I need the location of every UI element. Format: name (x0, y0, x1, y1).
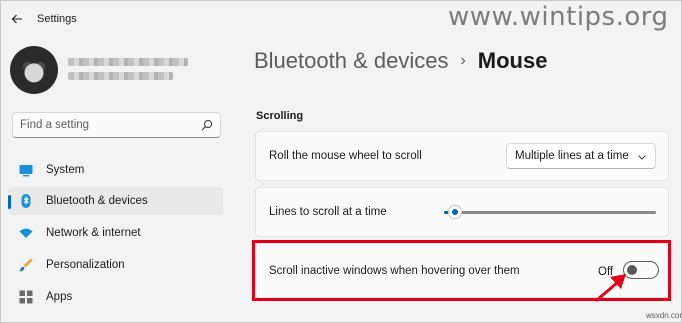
sidebar-item-label: Bluetooth & devices (46, 195, 148, 207)
sidebar-item-system[interactable]: System (8, 156, 223, 184)
search-box[interactable] (12, 112, 221, 138)
sidebar-item-bluetooth-devices[interactable]: Bluetooth & devices (8, 187, 223, 215)
profile-name-redacted (68, 58, 188, 66)
back-button[interactable] (6, 8, 28, 30)
search-input[interactable] (20, 117, 195, 133)
breadcrumb-parent[interactable]: Bluetooth & devices (254, 48, 448, 74)
app-title: Settings (37, 13, 77, 25)
active-indicator (8, 195, 11, 209)
scroll-mode-dropdown[interactable]: Multiple lines at a time (506, 143, 656, 169)
search-icon[interactable] (200, 118, 214, 132)
setting-label: Roll the mouse wheel to scroll (269, 150, 422, 162)
lines-slider-thumb[interactable] (448, 205, 462, 219)
setting-label: Lines to scroll at a time (269, 206, 387, 218)
chevron-down-icon (638, 155, 646, 160)
wifi-icon (19, 228, 33, 238)
lines-slider-track[interactable] (444, 211, 656, 214)
sidebar-item-label: Personalization (46, 259, 125, 271)
section-title-scrolling: Scrolling (256, 110, 304, 122)
sidebar-item-personalization[interactable]: Personalization (8, 251, 223, 279)
sidebar-item-label: System (46, 164, 85, 176)
setting-row-lines-to-scroll: Lines to scroll at a time (255, 187, 669, 237)
system-icon (19, 165, 33, 177)
sidebar-item-label: Apps (46, 291, 73, 303)
setting-row-wheel-scroll: Roll the mouse wheel to scroll Multiple … (255, 131, 669, 181)
paintbrush-icon (19, 258, 33, 272)
breadcrumb: Bluetooth & devices › Mouse (254, 46, 547, 76)
sidebar-item-network-internet[interactable]: Network & internet (8, 219, 223, 247)
watermark: www.wintips.org (448, 2, 669, 32)
bluetooth-icon (21, 194, 31, 208)
profile-email-redacted (68, 72, 173, 80)
sidebar-item-label: Network & internet (46, 227, 141, 239)
footer-watermark: wsxdn.com (646, 311, 682, 320)
page-title: Mouse (477, 48, 548, 73)
sidebar-item-apps[interactable]: Apps (8, 283, 223, 311)
apps-icon (19, 290, 33, 304)
breadcrumb-separator-icon: › (460, 52, 466, 69)
dropdown-value: Multiple lines at a time (515, 150, 629, 162)
avatar[interactable] (10, 46, 58, 94)
back-arrow-icon (11, 14, 22, 24)
title-bar: Settings www.wintips.org (0, 0, 682, 38)
red-arrow-icon (595, 274, 626, 302)
